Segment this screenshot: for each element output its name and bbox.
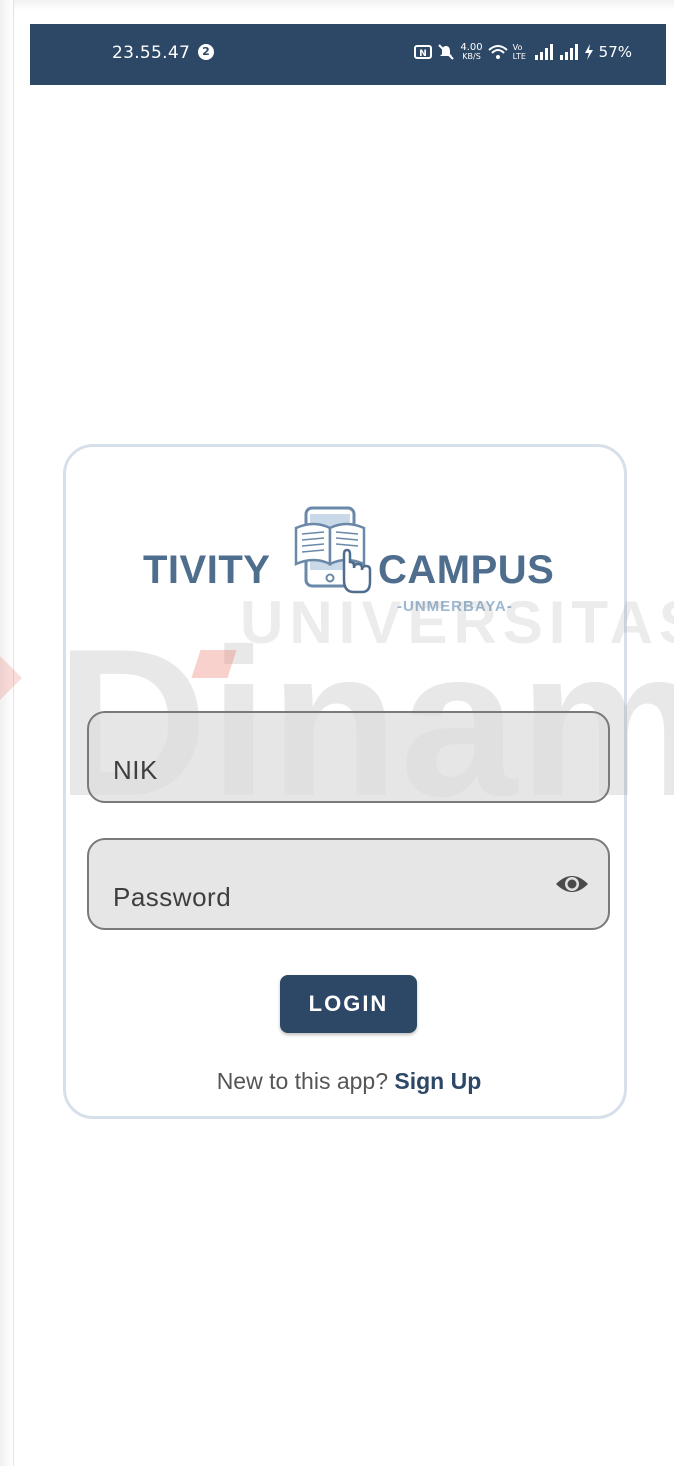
signup-prompt-line: New to this app? Sign Up [0,1068,674,1095]
screen-frame-edge [13,0,14,1466]
watermark-arrow-icon [0,656,22,700]
nik-input[interactable]: NIK [87,711,610,803]
screen-frame-top [0,0,674,10]
nik-label: NIK [113,755,158,785]
status-time: 23.55.47 [112,43,191,63]
signal-icon [559,44,579,60]
logo-text-right: CAMPUS [378,548,555,592]
wifi-icon [487,44,508,60]
battery-level: 57% [598,43,632,61]
mute-icon [437,43,455,61]
eye-icon[interactable] [554,870,590,898]
network-speed-unit: KB/S [462,52,481,61]
network-speed: 4.00 KB/S [460,42,483,62]
password-label: Password [113,882,232,912]
charging-icon [584,44,594,60]
password-input[interactable]: Password [87,838,610,930]
signup-prompt: New to this app? [216,1068,395,1094]
login-button[interactable]: LOGIN [280,975,417,1033]
volte-label: Vo LTE [512,43,526,61]
status-icons: N 4.00 KB/S Vo LTE 57% [414,40,632,64]
screen-frame-left [0,0,14,1466]
logo-book-phone-icon [288,506,374,598]
signal-icon [534,44,554,60]
logo-text-left: TIVITY [143,548,271,592]
svg-text:N: N [420,49,428,59]
nfc-icon: N [414,45,433,59]
signup-link[interactable]: Sign Up [394,1068,481,1094]
network-speed-value: 4.00 [460,42,483,53]
notification-badge-icon: 2 [198,44,214,60]
status-bar: 23.55.47 2 N 4.00 KB/S Vo LTE 57% [30,24,666,85]
